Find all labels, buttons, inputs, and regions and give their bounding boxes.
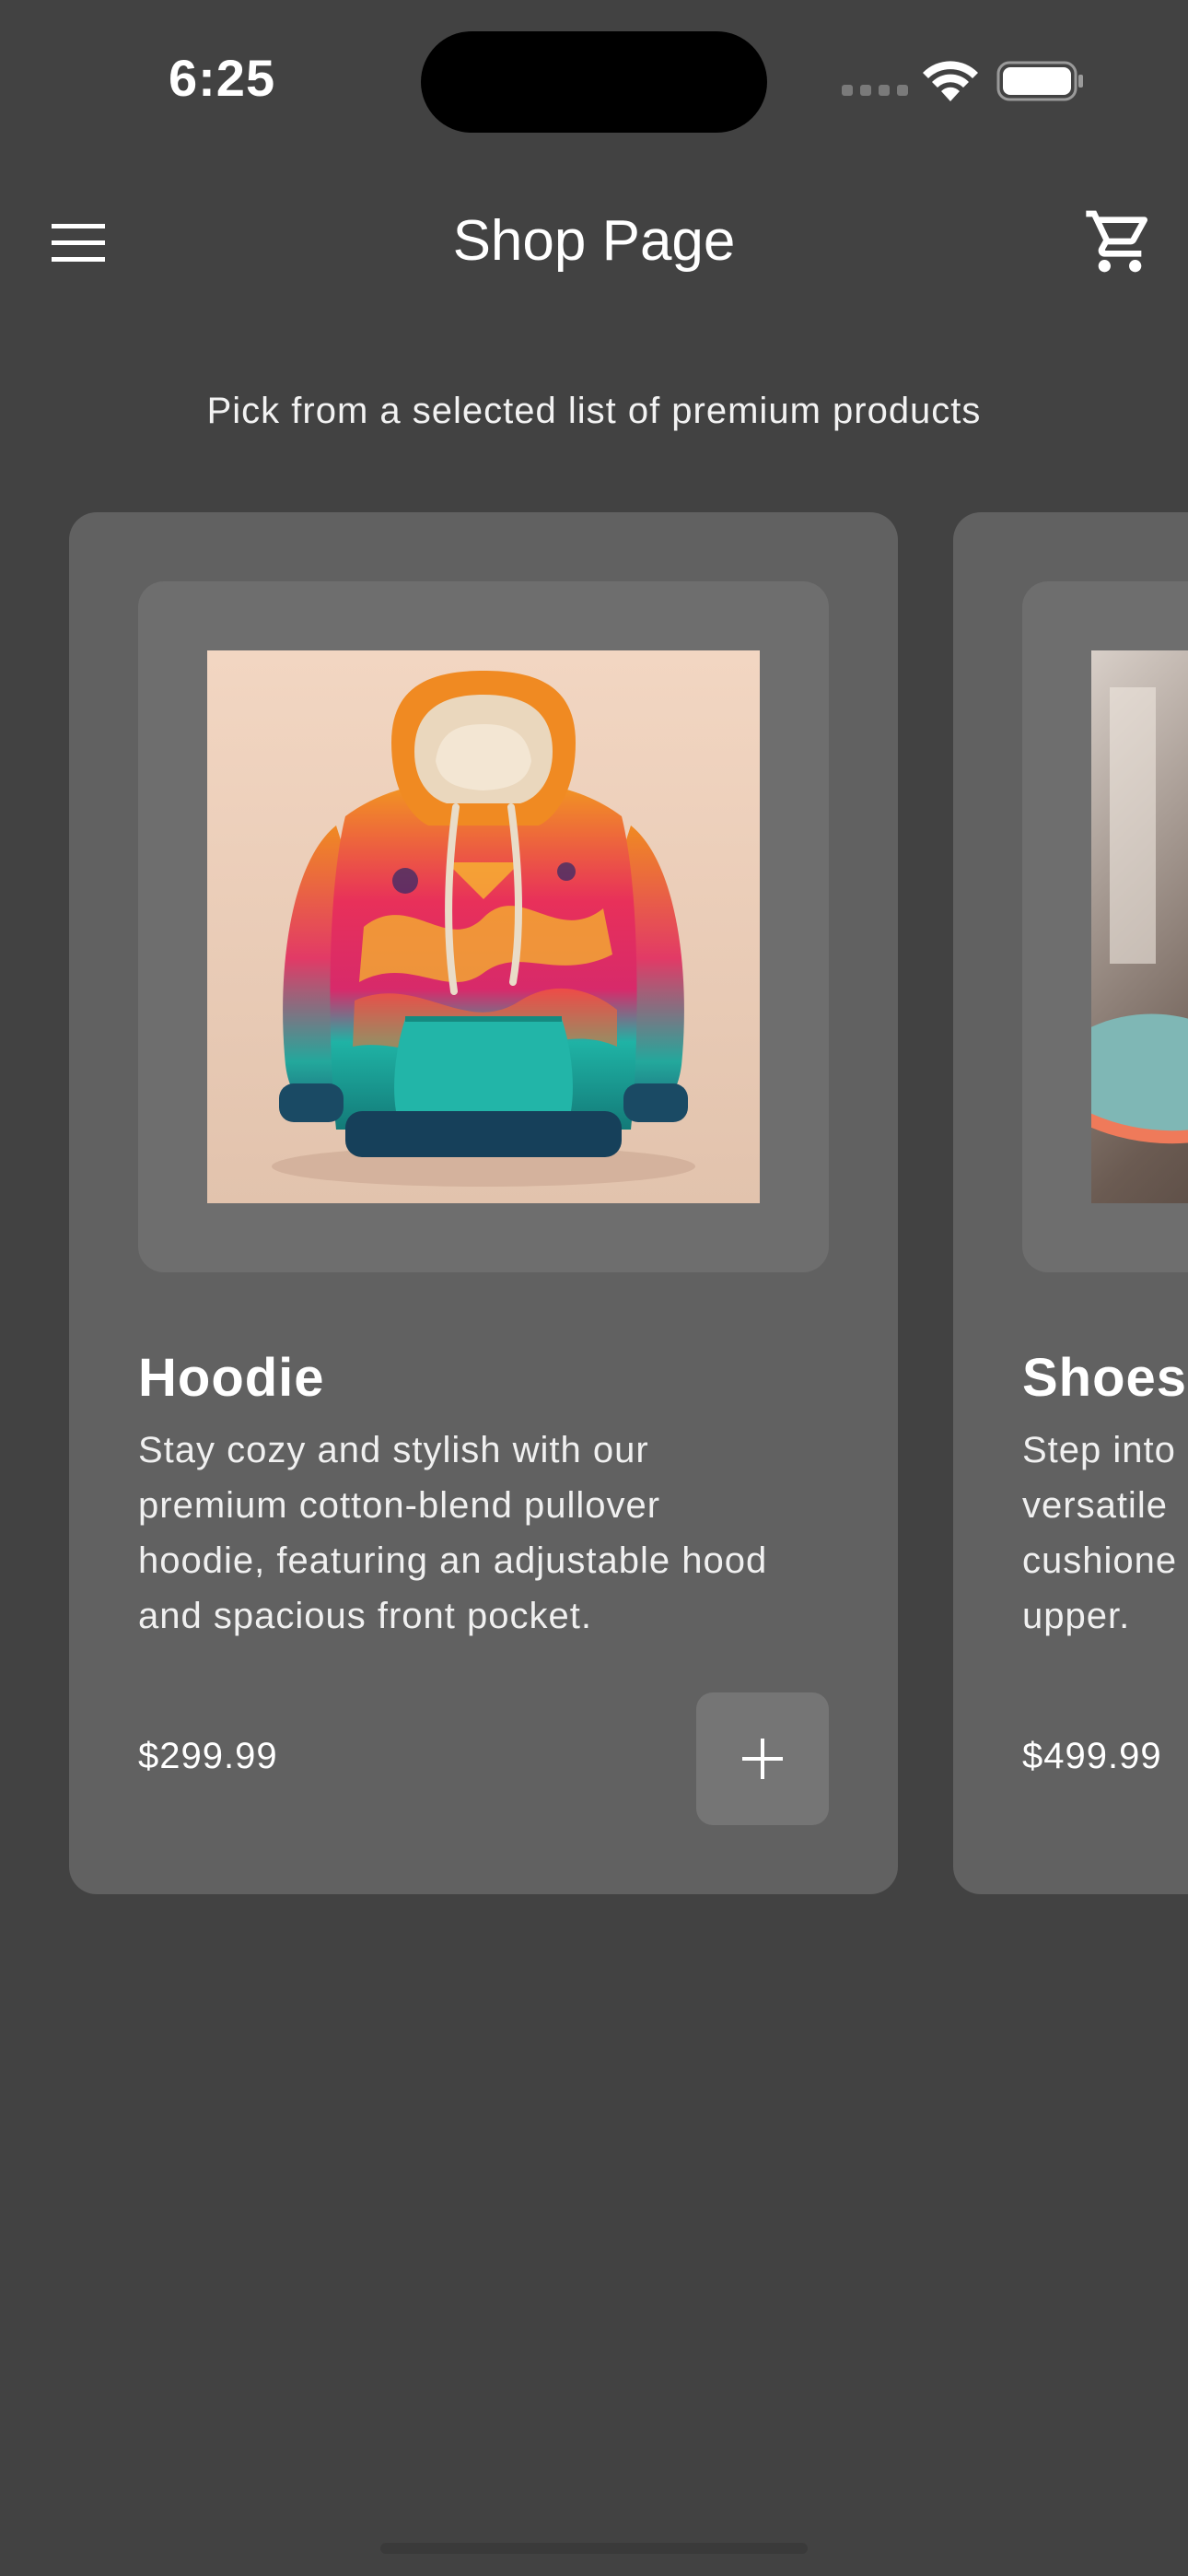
page-subtitle: Pick from a selected list of premium pro… (206, 391, 982, 431)
product-description-line: versatile (1022, 1485, 1168, 1526)
cellular-signal-icon (842, 85, 908, 96)
page-title: Shop Page (452, 209, 736, 273)
hoodie-image (207, 650, 760, 1203)
wifi-icon (923, 61, 978, 101)
product-card-shoes[interactable]: Shoes Step into versatile cushione upper… (953, 512, 1188, 1894)
product-image-frame (138, 581, 829, 1272)
product-description: Stay cozy and stylish with our premium c… (138, 1430, 768, 1636)
shop-screen: 6:25 Shop Page Pick from a selected list… (0, 0, 1188, 2576)
product-image-frame (1022, 581, 1188, 1272)
home-indicator (380, 2543, 808, 2554)
product-name: Hoodie (138, 1348, 325, 1408)
product-description-line: cushione (1022, 1540, 1178, 1581)
product-description: Step into versatile cushione upper. (1022, 1423, 1188, 1644)
product-description-line: Step into (1022, 1430, 1176, 1470)
status-time: 6:25 (169, 49, 276, 107)
add-to-cart-button[interactable] (696, 1692, 829, 1825)
product-description-line: upper. (1022, 1596, 1131, 1636)
plus-icon (742, 1739, 783, 1779)
dynamic-island (421, 31, 767, 133)
product-price: $499.99 (1022, 1736, 1162, 1776)
cart-button[interactable] (1083, 205, 1157, 278)
product-name: Shoes (1022, 1348, 1188, 1408)
battery-icon (996, 61, 1083, 101)
product-card-hoodie[interactable]: Hoodie Stay cozy and stylish with our pr… (69, 512, 898, 1894)
shoe-image (1091, 650, 1188, 1203)
product-price: $299.99 (138, 1736, 278, 1776)
shopping-cart-icon (1086, 210, 1148, 273)
